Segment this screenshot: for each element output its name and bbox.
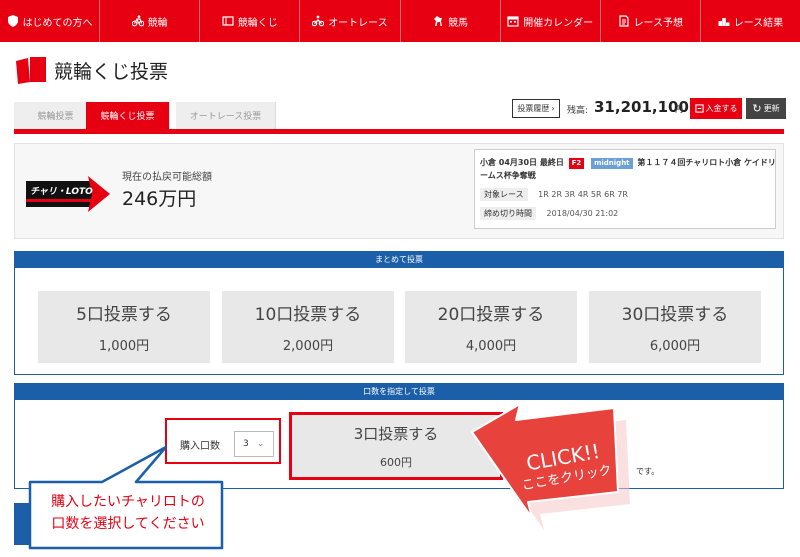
nav-label: 競輪くじ [237, 17, 278, 29]
tab-autorace-vote[interactable]: オートレース投票 [176, 102, 276, 129]
payout-label: 現在の払戻可能総額 [122, 172, 212, 183]
race-prefix: 小倉 04月30日 最終日 [480, 158, 564, 167]
qty-label: 購入口数 [180, 441, 220, 452]
specific-vote-header: 口数を指定して投票 [15, 384, 783, 400]
nav-item-calendar[interactable]: 開催カレンダー [501, 0, 601, 42]
bulk-vote-header: まとめて投票 [15, 252, 783, 268]
vote-price: 6,000円 [649, 339, 701, 354]
deposit-button[interactable]: 入金する [690, 98, 742, 119]
nav-item-autorace[interactable]: オートレース [300, 0, 401, 42]
nav-item-keirin-kuji[interactable]: 競輪くじ [200, 0, 301, 42]
vote-price: 4,000円 [465, 339, 517, 354]
vote-count-label: 20口投票する [437, 305, 545, 325]
calendar-icon [507, 16, 519, 27]
top-nav: はじめての方へ 競輪 競輪くじ オートレース 競馬 開催カレンダー レース予想 … [0, 0, 800, 42]
deposit-label: 入金する [705, 104, 738, 113]
deadline-row: 締め切り時間 2018/04/30 21:02 [480, 207, 618, 220]
nav-label: はじめての方へ [22, 17, 93, 29]
target-label: 対象レース [480, 188, 528, 201]
podium-icon [718, 18, 730, 26]
qty-select[interactable]: 3 ⌄ [234, 431, 274, 457]
deadline-label: 締め切り時間 [480, 207, 536, 220]
payout-value: 246万円 [122, 188, 197, 210]
vote-selected-label: 3口投票する [353, 424, 439, 443]
callout-text: 購入したいチャリロトの 口数を選択してください [38, 491, 218, 535]
target-races-row: 対象レース 1R 2R 3R 4R 5R 6R 7R [480, 188, 628, 201]
balance-label: 残高: [567, 106, 589, 116]
page-title: 競輪くじ投票 [54, 61, 169, 83]
vote-history-label: 投票履歴 [517, 104, 550, 113]
nav-item-results[interactable]: レース結果 [701, 0, 800, 42]
nav-label: レース結果 [733, 17, 784, 29]
motorbike-icon [312, 15, 325, 27]
callout-line2: 口数を選択してください [51, 516, 205, 532]
midnight-badge: midnight [591, 158, 633, 169]
refresh-label: 更新 [763, 104, 780, 113]
chevron-right-icon: › [551, 104, 555, 113]
vote-selected-button[interactable]: 3口投票する 600円 [289, 412, 503, 480]
vote-selected-price: 600円 [380, 455, 412, 469]
vote-30-button[interactable]: 30口投票する 6,000円 [589, 291, 761, 363]
partial-blue-block [14, 503, 32, 545]
nav-label: 競馬 [448, 17, 469, 29]
nav-label: オートレース [328, 17, 388, 29]
balance-unit: 円 [675, 105, 683, 114]
shield-icon [7, 15, 18, 27]
chevron-down-icon: ⌄ [256, 439, 265, 449]
grade-badge: F2 [568, 158, 585, 169]
vote-20-button[interactable]: 20口投票する 4,000円 [405, 291, 577, 363]
nav-item-keiba[interactable]: 競馬 [401, 0, 501, 42]
vote-count-label: 30口投票する [621, 305, 729, 325]
ticket-icon [222, 16, 234, 26]
nav-label: 開催カレンダー [523, 17, 594, 29]
horse-icon [434, 16, 443, 26]
svg-text:チャリ・LOTO: チャリ・LOTO [30, 186, 93, 197]
nav-item-prediction[interactable]: レース予想 [601, 0, 701, 42]
vote-price: 2,000円 [282, 339, 334, 354]
vote-count-label: 5口投票する [76, 305, 172, 325]
race-title: 小倉 04月30日 最終日 F2 midnight 第１１７４回チャリロト小倉 … [480, 156, 776, 182]
vote-history-button[interactable]: 投票履歴 › [512, 99, 560, 118]
refresh-icon: ↻ [752, 102, 762, 115]
tab-keirin-kuji-vote[interactable]: 競輪くじ投票 [86, 102, 170, 129]
nav-item-keirin[interactable]: 競輪 [100, 0, 201, 42]
target-value: 1R 2R 3R 4R 5R 6R 7R [538, 190, 628, 199]
tickets-icon [16, 57, 46, 84]
vote-5-button[interactable]: 5口投票する 1,000円 [38, 291, 210, 363]
vote-10-button[interactable]: 10口投票する 2,000円 [222, 291, 394, 363]
refresh-button[interactable]: ↻ 更新 [746, 98, 786, 119]
bicycle-icon [131, 15, 144, 27]
document-icon [618, 15, 629, 27]
callout-line1: 購入したいチャリロトの [51, 494, 205, 510]
nav-item-beginner[interactable]: はじめての方へ [0, 0, 101, 42]
trailing-text: です。 [636, 467, 660, 476]
qty-value: 3 [243, 439, 249, 449]
chari-loto-logo: チャリ・LOTO [26, 176, 110, 212]
coins-icon [694, 104, 704, 113]
vote-price: 1,000円 [98, 339, 150, 354]
nav-label: レース予想 [633, 17, 684, 29]
deadline-value: 2018/04/30 21:02 [546, 209, 619, 218]
nav-label: 競輪 [147, 17, 168, 29]
vote-count-label: 10口投票する [254, 305, 362, 325]
